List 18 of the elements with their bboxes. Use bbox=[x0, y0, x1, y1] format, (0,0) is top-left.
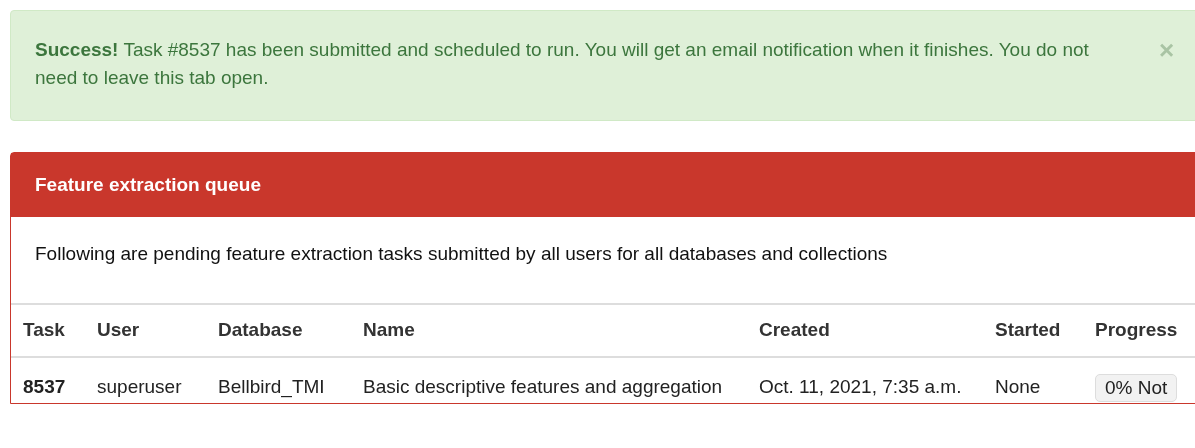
panel-title: Feature extraction queue bbox=[11, 153, 1195, 217]
close-button[interactable]: × bbox=[1159, 36, 1175, 64]
column-header: User bbox=[85, 304, 206, 357]
table-cell: Basic descriptive features and aggregation bbox=[351, 357, 747, 403]
column-header: Name bbox=[351, 304, 747, 357]
column-header: Task bbox=[11, 304, 85, 357]
column-header: Created bbox=[747, 304, 983, 357]
table-cell: superuser bbox=[85, 357, 206, 403]
column-header: Progress bbox=[1083, 304, 1195, 357]
column-header: Started bbox=[983, 304, 1083, 357]
panel-description: Following are pending feature extraction tasks submitted by all users for all databases and collections bbox=[34, 242, 889, 266]
alert-message: Success! Task #8537 has been submitted and scheduled to run. You will get an email notification when it finishes. You do not need to leave this tab open. bbox=[35, 38, 1090, 90]
table-cell: None bbox=[983, 357, 1083, 403]
column-header: Database bbox=[206, 304, 351, 357]
progress-badge: 0% Not bbox=[1095, 374, 1178, 402]
table-cell: Bellbird_TMI bbox=[206, 357, 351, 403]
table-cell: Oct. 11, 2021, 7:35 a.m. bbox=[747, 357, 983, 403]
table-cell: 8537 bbox=[11, 357, 85, 403]
